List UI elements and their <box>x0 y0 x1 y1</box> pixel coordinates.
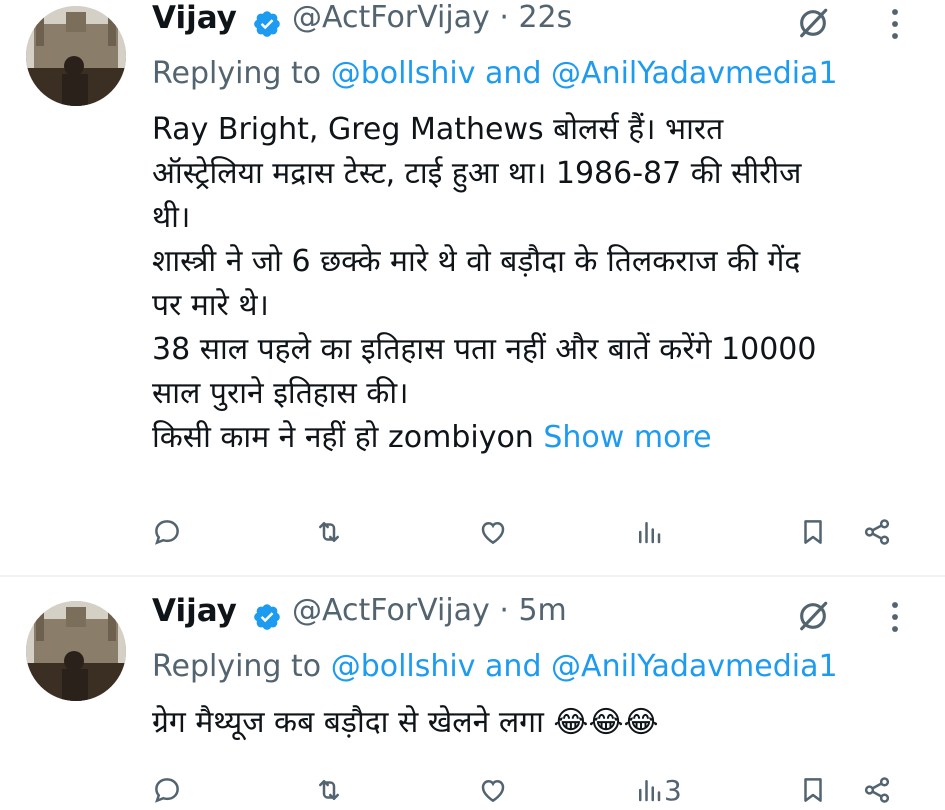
replying-to-label: Replying to <box>152 56 322 91</box>
tweet-text-line: थी। <box>152 200 191 235</box>
retweet-button[interactable] <box>314 512 344 552</box>
retweet-icon <box>319 780 339 800</box>
avatar[interactable] <box>26 601 126 701</box>
reply-button[interactable] <box>152 770 182 810</box>
tweet-actions: 3 <box>152 770 932 810</box>
grok-icon[interactable] <box>796 599 830 633</box>
share-icon <box>864 519 890 545</box>
tweet-header: Vijay @ActForVijay · 5m <box>152 593 925 641</box>
like-icon <box>481 779 505 803</box>
replying-to: Replying to @bollshiv and @AnilYadavmedi… <box>152 56 838 91</box>
tweet-text: ग्रेग मैथ्यूज कब बड़ौदा से खेलने लगा 😂😂😂 <box>152 701 927 745</box>
share-icon <box>864 777 890 803</box>
bookmark-button[interactable] <box>798 770 828 810</box>
share-button[interactable] <box>862 770 892 810</box>
avatar[interactable] <box>26 6 126 106</box>
tweet[interactable]: Vijay @ActForVijay · 22s Replying to @bo… <box>0 0 945 575</box>
reply-button[interactable] <box>152 512 182 552</box>
like-icon <box>481 521 505 545</box>
verified-badge-icon <box>254 604 280 630</box>
show-more-link[interactable]: Show more <box>543 420 711 455</box>
views-button[interactable]: 3 <box>634 770 682 810</box>
tweet-text-line: 38 साल पहले का इतिहास पता नहीं और बातें … <box>152 332 817 367</box>
mention-link[interactable]: @AnilYadavmedia1 <box>551 649 838 684</box>
tweet[interactable]: Vijay @ActForVijay · 5m Replying to @bol… <box>0 577 945 807</box>
author-handle[interactable]: @ActForVijay <box>292 0 490 35</box>
reply-icon <box>154 778 179 803</box>
retweet-icon <box>319 522 339 542</box>
tweet-text-line: पर मारे थे। <box>152 288 269 323</box>
grok-icon[interactable] <box>796 6 830 40</box>
time-separator: · <box>499 0 509 35</box>
tweet-actions <box>152 512 932 552</box>
views-button[interactable] <box>634 512 664 552</box>
verified-badge-icon <box>254 11 280 37</box>
mention-link[interactable]: @bollshiv <box>331 649 476 684</box>
tweet-text-line: किसी काम ने नहीं हो zombiyon <box>152 420 534 455</box>
tweet-text-line: ऑस्ट्रेलिया मद्रास टेस्ट, टाई हुआ था। 19… <box>152 156 802 191</box>
author-handle[interactable]: @ActForVijay <box>292 593 490 628</box>
like-button[interactable] <box>478 512 508 552</box>
tweet-text-line: Ray Bright, Greg Mathews बोलर्स हैं। भार… <box>152 112 724 147</box>
reply-icon <box>154 520 179 545</box>
tweet-time[interactable]: 5m <box>518 593 566 628</box>
like-button[interactable] <box>478 770 508 810</box>
more-icon[interactable] <box>890 601 900 633</box>
bookmark-button[interactable] <box>798 512 828 552</box>
replying-and[interactable]: and <box>485 649 541 684</box>
bookmark-icon <box>804 778 822 802</box>
author-name[interactable]: Vijay <box>152 593 237 629</box>
more-icon[interactable] <box>890 8 900 40</box>
tweet-text: Ray Bright, Greg Mathews बोलर्स हैं। भार… <box>152 108 927 460</box>
author-name[interactable]: Vijay <box>152 0 237 36</box>
replying-and[interactable]: and <box>485 56 541 91</box>
replying-to-label: Replying to <box>152 649 322 684</box>
tweet-time[interactable]: 22s <box>518 0 572 35</box>
tweet-text-line: ग्रेग मैथ्यूज कब बड़ौदा से खेलने लगा <box>152 705 544 740</box>
views-icon <box>639 780 661 802</box>
bookmark-icon <box>804 520 822 544</box>
mention-link[interactable]: @bollshiv <box>331 56 476 91</box>
tweet-text-line: साल पुराने इतिहास की। <box>152 376 409 411</box>
share-button[interactable] <box>862 512 892 552</box>
emoji: 😂😂😂 <box>553 705 659 740</box>
mention-link[interactable]: @AnilYadavmedia1 <box>551 56 838 91</box>
tweet-header: Vijay @ActForVijay · 22s <box>152 0 925 48</box>
tweet-text-line: शास्त्री ने जो 6 छक्के मारे थे वो बड़ौदा… <box>152 244 801 279</box>
retweet-button[interactable] <box>314 770 344 810</box>
views-icon <box>639 522 661 544</box>
replying-to: Replying to @bollshiv and @AnilYadavmedi… <box>152 649 838 684</box>
time-separator: · <box>499 593 509 628</box>
views-count: 3 <box>664 773 682 807</box>
